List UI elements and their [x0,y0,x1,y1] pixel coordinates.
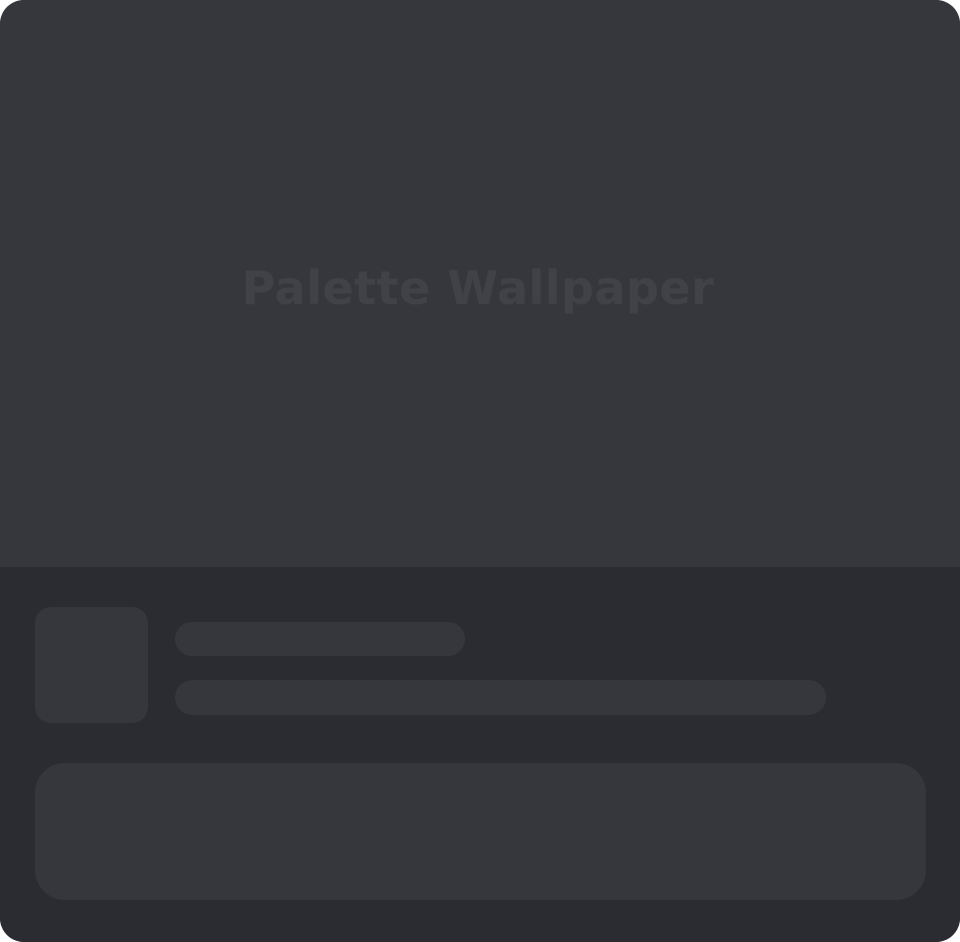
wallpaper-title: Palette Wallpaper [241,261,715,315]
wallpaper-card: Palette Wallpaper [0,0,960,942]
details-panel [0,567,960,942]
subtitle-placeholder [175,680,826,715]
thumbnail-placeholder [35,607,148,723]
title-placeholder [175,622,465,656]
wallpaper-preview: Palette Wallpaper [0,0,960,567]
action-placeholder [35,763,926,900]
